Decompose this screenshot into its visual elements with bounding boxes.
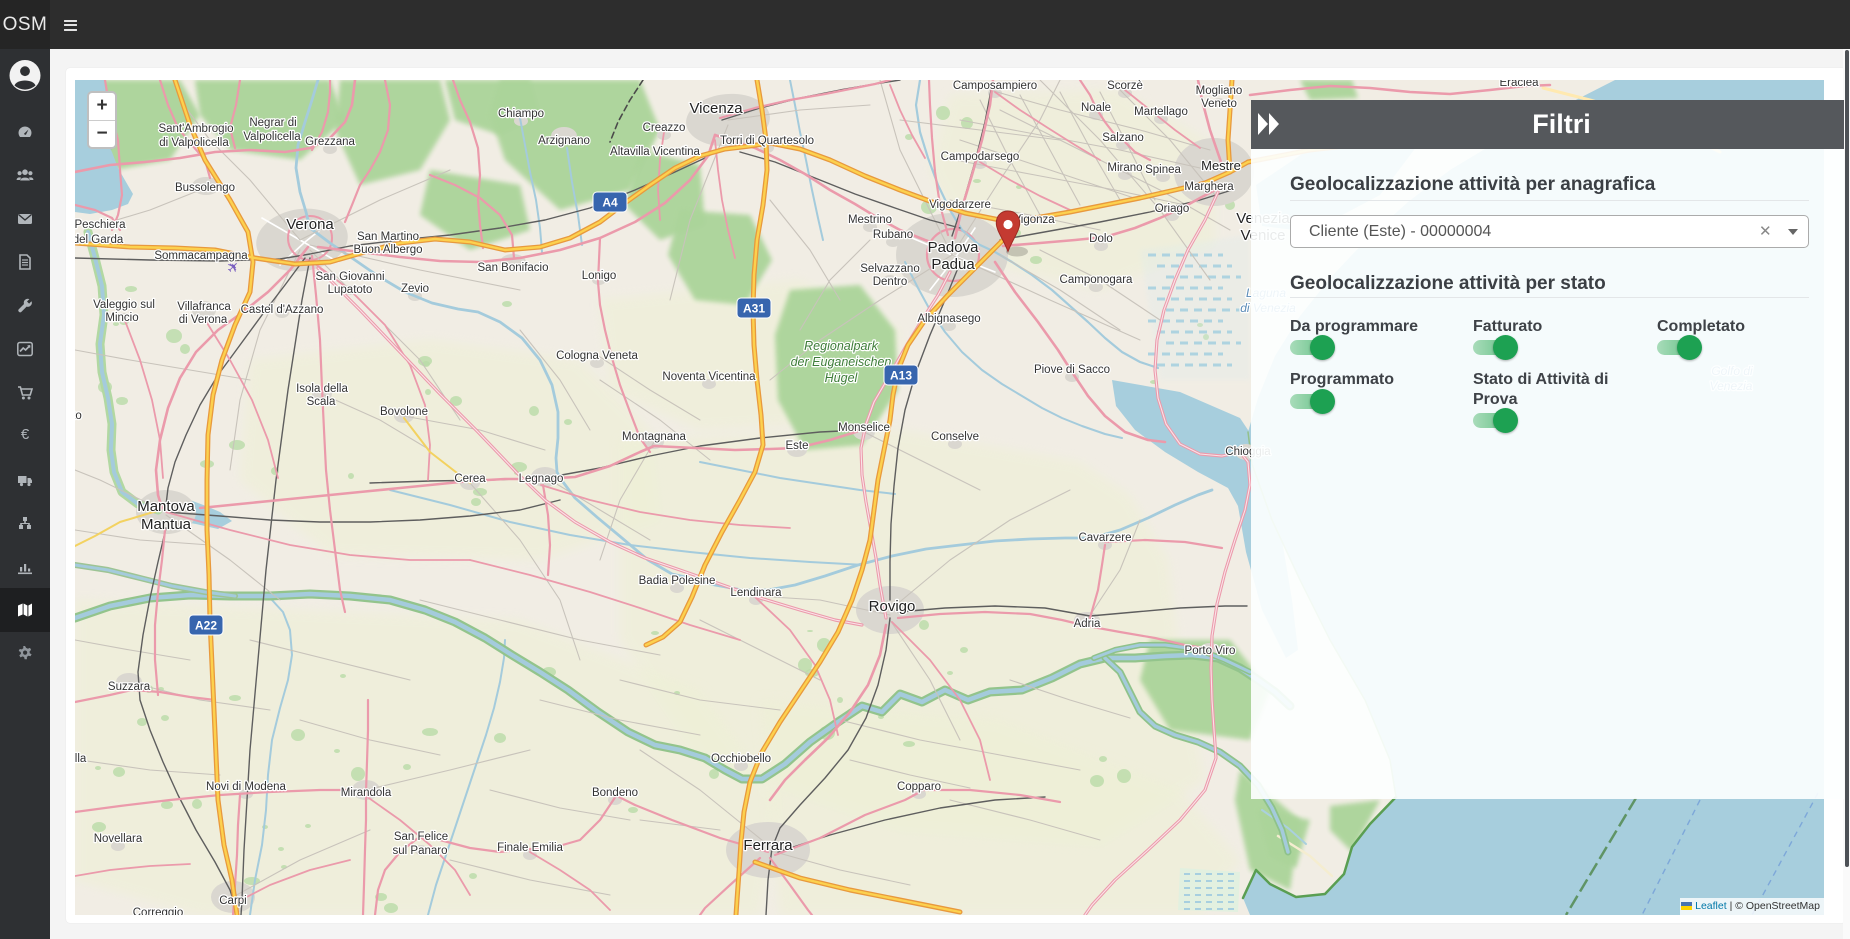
svg-text:Correggio: Correggio	[133, 907, 184, 915]
svg-text:Altavilla Vicentina: Altavilla Vicentina	[610, 146, 701, 158]
svg-text:Verona: Verona	[286, 216, 334, 233]
svg-text:Scala: Scala	[307, 396, 336, 408]
svg-text:San Felice: San Felice	[394, 831, 448, 843]
svg-text:Bondeno: Bondeno	[592, 787, 638, 799]
svg-text:Lendinara: Lendinara	[730, 587, 782, 599]
svg-text:Novi di Modena: Novi di Modena	[206, 781, 287, 793]
svg-text:Lupatoto: Lupatoto	[328, 284, 373, 296]
svg-text:Lonigo: Lonigo	[582, 270, 617, 282]
svg-text:Martellago: Martellago	[1134, 106, 1188, 118]
svg-text:Rovigo: Rovigo	[869, 598, 916, 615]
svg-text:Novellara: Novellara	[94, 833, 143, 845]
svg-text:Vigodarzere: Vigodarzere	[929, 199, 991, 211]
svg-text:Valeggio sul: Valeggio sul	[93, 299, 155, 311]
svg-text:Mantova: Mantova	[137, 498, 195, 515]
svg-text:Porto Viro: Porto Viro	[1185, 645, 1236, 657]
svg-text:Goito: Goito	[75, 410, 82, 422]
svg-text:Torri di Quartesolo: Torri di Quartesolo	[720, 135, 814, 147]
svg-text:Sant'Ambrogio: Sant'Ambrogio	[158, 123, 233, 135]
svg-text:Noale: Noale	[1081, 102, 1111, 114]
svg-text:A31: A31	[743, 302, 765, 316]
svg-text:Conselve: Conselve	[931, 431, 979, 443]
svg-text:Ferrara: Ferrara	[743, 837, 793, 854]
svg-text:Piove di Sacco: Piove di Sacco	[1034, 364, 1110, 376]
svg-text:Padova: Padova	[928, 239, 980, 256]
svg-text:del Garda: del Garda	[75, 234, 124, 246]
svg-text:Carpi: Carpi	[219, 895, 246, 907]
svg-text:Albignasego: Albignasego	[917, 313, 980, 325]
svg-text:Mincio: Mincio	[105, 312, 138, 324]
svg-text:Mirandola: Mirandola	[341, 787, 392, 799]
svg-text:Isola della: Isola della	[296, 383, 348, 395]
svg-text:der Euganeischen: der Euganeischen	[791, 355, 892, 369]
svg-text:Castel d'Azzano: Castel d'Azzano	[241, 304, 324, 316]
svg-text:sul Panaro: sul Panaro	[393, 845, 448, 857]
svg-text:Scorzè: Scorzè	[1107, 80, 1143, 92]
svg-text:Noventa Vicentina: Noventa Vicentina	[662, 371, 756, 383]
svg-text:Creazzo: Creazzo	[643, 122, 686, 134]
svg-text:Mantua: Mantua	[141, 516, 192, 533]
svg-text:Villafranca: Villafranca	[177, 301, 231, 313]
svg-text:San Giovanni: San Giovanni	[315, 271, 384, 283]
svg-text:San Martino: San Martino	[357, 231, 419, 243]
svg-text:Mirano: Mirano	[1107, 162, 1142, 174]
svg-text:Monselice: Monselice	[838, 422, 890, 434]
svg-text:Badia Polesine: Badia Polesine	[639, 575, 716, 587]
svg-text:Peschiera: Peschiera	[75, 219, 126, 231]
svg-text:Oriago: Oriago	[1155, 203, 1190, 215]
svg-text:Guastalla: Guastalla	[75, 753, 87, 765]
svg-text:Padua: Padua	[931, 256, 975, 273]
svg-text:Zevio: Zevio	[401, 283, 429, 295]
svg-text:Veneto: Veneto	[1201, 98, 1237, 110]
svg-text:Rubano: Rubano	[873, 229, 913, 241]
svg-text:Regionalpark: Regionalpark	[804, 339, 878, 353]
svg-text:Copparo: Copparo	[897, 781, 941, 793]
svg-text:Vicenza: Vicenza	[689, 100, 743, 117]
svg-text:Campodarsego: Campodarsego	[941, 151, 1020, 163]
svg-text:di Valpolicella: di Valpolicella	[159, 137, 229, 149]
svg-text:A4: A4	[602, 196, 618, 210]
svg-text:Arzignano: Arzignano	[538, 135, 590, 147]
svg-text:Cologna Veneta: Cologna Veneta	[556, 350, 638, 362]
svg-text:Valpolicella: Valpolicella	[243, 131, 301, 143]
svg-text:Finale Emilia: Finale Emilia	[497, 842, 563, 854]
svg-text:Spinea: Spinea	[1145, 164, 1181, 176]
svg-text:Dolo: Dolo	[1089, 233, 1113, 245]
svg-text:Buon Albergo: Buon Albergo	[353, 244, 422, 256]
svg-text:Hügel: Hügel	[825, 371, 859, 385]
svg-text:San Bonifacio: San Bonifacio	[478, 262, 549, 274]
svg-text:Suzzara: Suzzara	[108, 681, 151, 693]
svg-text:Bussolengo: Bussolengo	[175, 182, 235, 194]
svg-text:Camponogara: Camponogara	[1060, 274, 1133, 286]
svg-text:Marghera: Marghera	[1184, 181, 1234, 193]
svg-text:A13: A13	[890, 369, 912, 383]
svg-text:Adria: Adria	[1074, 618, 1101, 630]
svg-text:Cerea: Cerea	[454, 473, 486, 485]
svg-text:Occhiobello: Occhiobello	[711, 753, 771, 765]
svg-text:Grezzana: Grezzana	[305, 136, 355, 148]
svg-text:Mogliano: Mogliano	[1196, 85, 1243, 97]
svg-text:Selvazzano: Selvazzano	[860, 263, 919, 275]
svg-text:Mestre: Mestre	[1201, 158, 1241, 173]
svg-text:Bovolone: Bovolone	[380, 406, 428, 418]
svg-text:Negrar di: Negrar di	[249, 117, 296, 129]
svg-text:Montagnana: Montagnana	[622, 431, 687, 443]
svg-text:di Verona: di Verona	[179, 314, 228, 326]
svg-text:Dentro: Dentro	[873, 276, 908, 288]
svg-text:Mestrino: Mestrino	[848, 214, 892, 226]
svg-text:Salzano: Salzano	[1102, 132, 1144, 144]
svg-text:Camposampiero: Camposampiero	[953, 80, 1037, 92]
svg-text:A22: A22	[195, 619, 217, 633]
svg-text:Eraclea: Eraclea	[1500, 80, 1540, 89]
svg-text:Este: Este	[785, 440, 808, 452]
svg-text:Legnago: Legnago	[519, 473, 564, 485]
svg-text:Chiampo: Chiampo	[498, 108, 544, 120]
svg-text:Cavarzere: Cavarzere	[1078, 532, 1131, 544]
